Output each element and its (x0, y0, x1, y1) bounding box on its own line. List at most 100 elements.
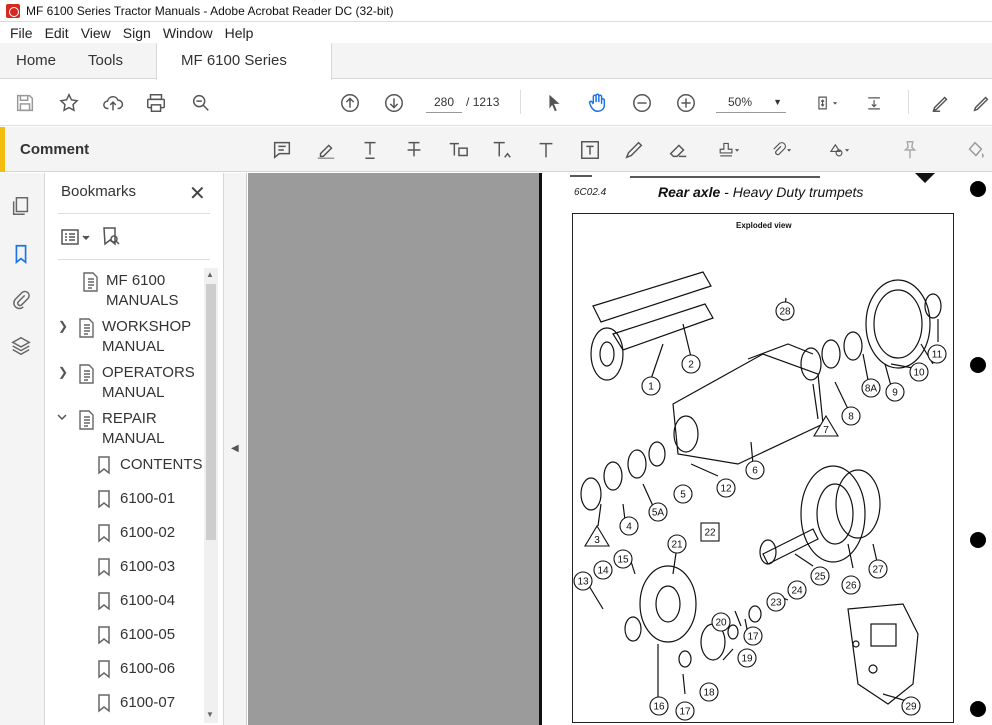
caret-left-icon: ◀ (231, 443, 239, 454)
bookmark-ribbon-icon (94, 659, 116, 681)
document-viewport[interactable]: 6C02.4 Rear axle - Heavy Duty trumpets E… (248, 173, 992, 725)
heading-rest: - Heavy Duty trumpets (720, 184, 864, 200)
bookmarks-icon[interactable] (10, 243, 34, 267)
attachments-icon[interactable] (10, 289, 34, 313)
bookmark-6100-05[interactable]: 6100-05 (94, 625, 175, 647)
menu-sign[interactable]: Sign (117, 25, 157, 41)
sign-pen-icon[interactable] (928, 90, 954, 116)
hand-tool-icon[interactable] (584, 90, 610, 116)
callout-label: 28 (779, 307, 791, 318)
close-panel-icon[interactable]: ✕ (189, 181, 206, 206)
menu-window[interactable]: Window (157, 25, 219, 41)
bookmark-spacer (62, 271, 80, 273)
zoom-level-select[interactable]: 50% ▼ (716, 91, 786, 113)
layers-icon[interactable] (10, 335, 34, 359)
callout-label: 1 (648, 382, 654, 393)
bookmark-6100-03[interactable]: 6100-03 (94, 557, 175, 579)
callout-label: 22 (704, 528, 716, 539)
callout-label: 5A (652, 508, 665, 519)
scroll-mode-icon[interactable] (862, 90, 892, 116)
menu-file[interactable]: File (4, 25, 39, 41)
pdf-page: 6C02.4 Rear axle - Heavy Duty trumpets E… (539, 173, 992, 725)
menu-edit[interactable]: Edit (39, 25, 75, 41)
zoom-out-icon[interactable] (629, 90, 655, 116)
save-icon[interactable] (12, 90, 38, 116)
expand-chevron-icon[interactable]: ❯ (58, 363, 76, 379)
bookmark-label: MF 6100 MANUALS (106, 272, 179, 309)
callout-label: 21 (671, 540, 683, 551)
add-text-icon[interactable] (533, 137, 559, 163)
callout-label: 3 (594, 535, 600, 546)
next-page-icon[interactable] (381, 90, 407, 116)
bookmark-options-icon[interactable] (60, 227, 92, 250)
expand-chevron-icon[interactable]: ❯ (58, 317, 76, 333)
stamp-icon[interactable] (712, 137, 746, 163)
strikethrough-text-icon[interactable] (401, 137, 427, 163)
callout-label: 29 (905, 702, 917, 713)
menu-view[interactable]: View (75, 25, 117, 41)
fill-color-icon[interactable] (962, 137, 988, 163)
bookmark-6100-01[interactable]: 6100-01 (94, 489, 175, 511)
bookmarks-panel-title: Bookmarks (61, 183, 137, 200)
bookmark-label: 6100-04 (120, 592, 176, 609)
divider (58, 259, 210, 260)
scrollbar-thumb[interactable] (206, 284, 216, 540)
tab-home[interactable]: Home (16, 43, 56, 79)
callout-label: 14 (597, 566, 609, 577)
pencil-draw-icon[interactable] (621, 137, 647, 163)
bookmark-operators-manual[interactable]: ❯ OPERATORS MANUAL (58, 363, 195, 403)
callout-label: 26 (845, 581, 857, 592)
bookmark-6100-02[interactable]: 6100-02 (94, 523, 175, 545)
bookmark-6100-06[interactable]: 6100-06 (94, 659, 175, 681)
bookmark-6100-04[interactable]: 6100-04 (94, 591, 175, 613)
scroll-down-arrow-icon[interactable]: ▼ (206, 710, 214, 719)
menu-help[interactable]: Help (219, 25, 260, 41)
sticky-note-icon[interactable] (269, 137, 295, 163)
text-box-icon[interactable] (577, 137, 603, 163)
bookmark-ribbon-icon (94, 625, 116, 647)
page-heading: Rear axle - Heavy Duty trumpets (658, 184, 863, 200)
collapse-chevron-icon[interactable] (56, 409, 76, 426)
section-code: 6C02.4 (574, 187, 607, 198)
callout-label: 8A (865, 384, 878, 395)
bookmark-star-icon[interactable] (56, 90, 82, 116)
previous-page-icon[interactable] (337, 90, 363, 116)
page-number-input[interactable]: 280 (426, 91, 462, 113)
chevron-down-icon: ▼ (773, 97, 782, 107)
zoom-search-icon[interactable] (188, 90, 214, 116)
page-thumbnails-icon[interactable] (10, 195, 34, 219)
bookmark-6100-07[interactable]: 6100-07 (94, 693, 175, 715)
scroll-up-arrow-icon[interactable]: ▲ (206, 270, 214, 279)
shapes-icon[interactable] (822, 137, 856, 163)
bookmark-tree-icon (76, 317, 98, 339)
callout-label: 19 (741, 654, 753, 665)
tab-document[interactable]: MF 6100 Series Tra...✕ (156, 43, 332, 105)
acrobat-app-icon (6, 3, 20, 18)
insert-text-icon[interactable] (489, 137, 515, 163)
highlight-icon[interactable] (313, 137, 339, 163)
exploded-view-drawing: 123455A6788A 910111213141516 1717181920212… (573, 271, 947, 721)
select-cursor-icon[interactable] (541, 90, 567, 116)
tab-tools[interactable]: Tools (88, 43, 123, 79)
bookmark-repair-manual[interactable]: REPAIR MANUAL (56, 409, 165, 449)
bookmark-label: 6100-07 (120, 694, 176, 711)
find-bookmark-icon[interactable] (98, 225, 122, 252)
pin-icon[interactable] (897, 137, 923, 163)
eraser-icon[interactable] (665, 137, 691, 163)
bookmarks-scrollbar[interactable]: ▲ ▼ (204, 268, 218, 723)
upload-cloud-icon[interactable] (100, 90, 126, 116)
zoom-in-icon[interactable] (673, 90, 699, 116)
collapse-panel-handle[interactable]: ◀ (224, 173, 247, 725)
print-icon[interactable] (143, 90, 169, 116)
page-fit-icon[interactable] (810, 90, 844, 116)
attach-file-icon[interactable] (764, 137, 798, 163)
replace-text-icon[interactable] (445, 137, 471, 163)
underline-text-icon[interactable] (357, 137, 383, 163)
fill-sign-icon[interactable] (968, 90, 992, 116)
binder-hole (970, 181, 986, 197)
bookmark-workshop-manual[interactable]: ❯ WORKSHOP MANUAL (58, 317, 191, 357)
bookmark-contents[interactable]: CONTENTS (94, 455, 203, 477)
bookmark-mf6100-manuals[interactable]: MF 6100 MANUALS (62, 271, 179, 311)
toolbar-divider (908, 90, 909, 114)
navigation-rail (0, 173, 45, 725)
